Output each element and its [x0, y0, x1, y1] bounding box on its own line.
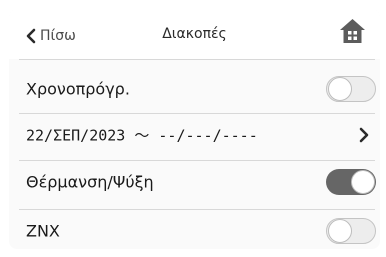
header-bar: Πίσω Διακοπές	[9, 9, 380, 59]
toggle-knob	[351, 170, 375, 194]
dhw-toggle[interactable]	[326, 218, 376, 244]
chevron-right-icon[interactable]	[358, 127, 370, 143]
toggle-knob	[328, 219, 352, 243]
page-title: Διακοπές	[162, 26, 227, 42]
home-icon[interactable]	[339, 18, 366, 44]
row-divider	[19, 209, 375, 210]
schedule-toggle[interactable]	[326, 76, 376, 102]
heating-cooling-row: Θέρμανση/Ψύξη	[9, 162, 380, 202]
toggle-knob	[328, 77, 352, 101]
row-divider	[19, 160, 375, 161]
date-range-label: 22/ΣΕΠ/2023 ～ --/---/----	[26, 126, 258, 145]
heating-cooling-toggle[interactable]	[326, 169, 376, 195]
schedule-label: Χρονοπρόγρ.	[26, 79, 130, 99]
dhw-row: ZNX	[9, 211, 380, 249]
dhw-label: ZNX	[26, 221, 60, 241]
heating-cooling-label: Θέρμανση/Ψύξη	[26, 172, 154, 192]
header-divider	[19, 59, 375, 60]
date-range-row[interactable]: 22/ΣΕΠ/2023 ～ --/---/----	[9, 115, 380, 155]
schedule-row: Χρονοπρόγρ.	[9, 69, 380, 109]
holiday-screen: Πίσω Διακοπές Χρονοπρόγρ. 22/ΣΕΠ/2023 ～ …	[9, 9, 380, 249]
row-divider	[19, 113, 375, 114]
